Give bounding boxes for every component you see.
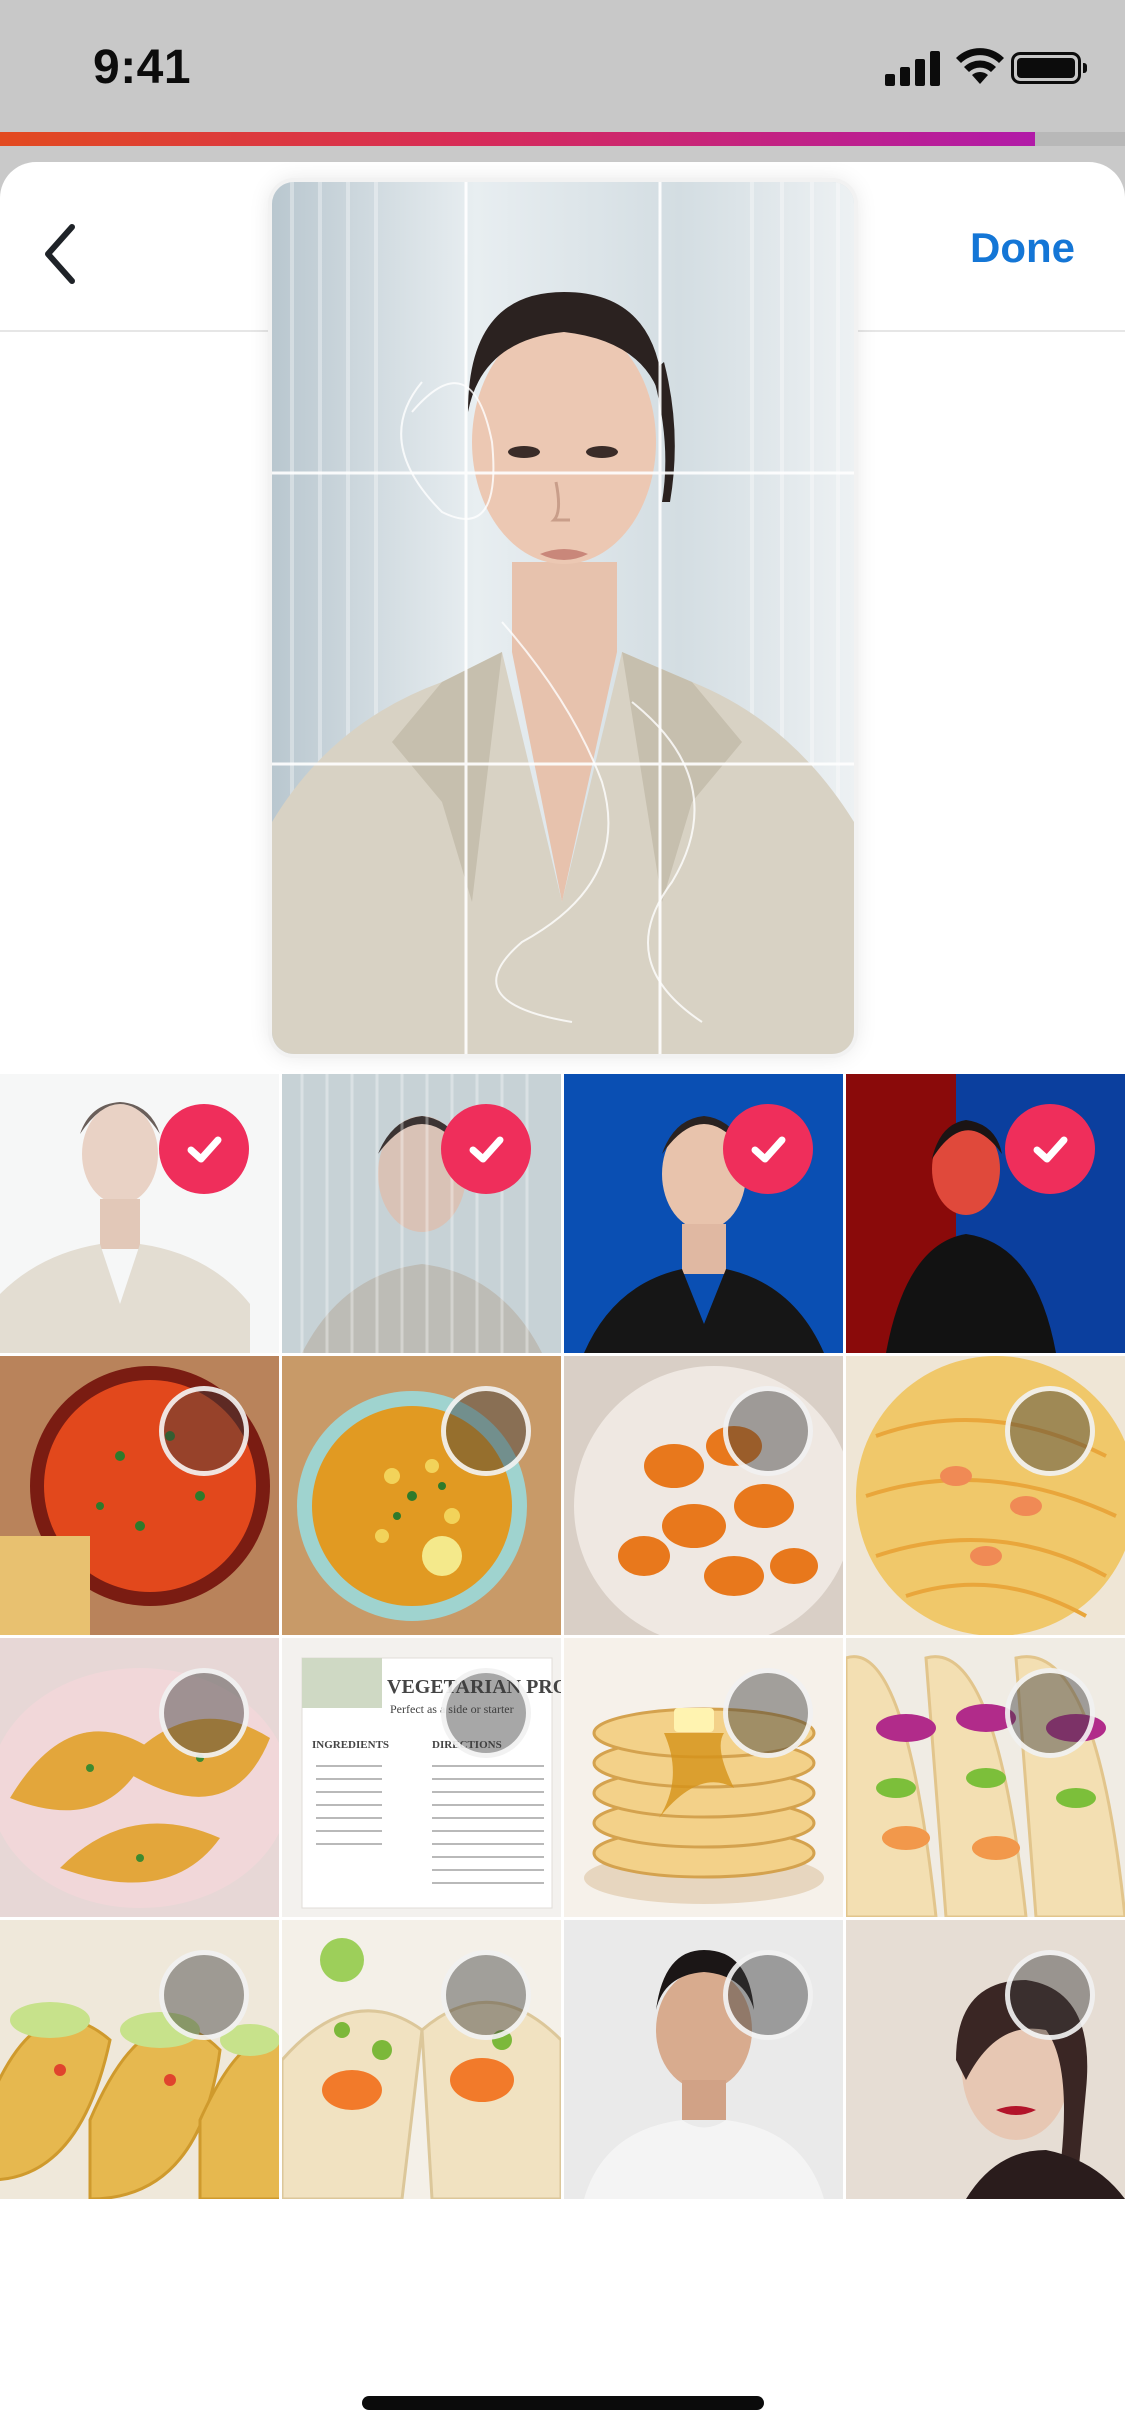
photo-thumbnail	[564, 1638, 843, 1917]
status-time: 9:41	[93, 41, 192, 94]
unselected-circle[interactable]	[1005, 1668, 1095, 1758]
unselected-circle[interactable]	[441, 1668, 531, 1758]
unselected-circle[interactable]	[159, 1668, 249, 1758]
photo-thumbnail	[846, 1920, 1125, 2199]
photo-thumbnail	[846, 1356, 1125, 1635]
photo-thumbnail	[0, 1920, 279, 2199]
selected-check-badge[interactable]	[723, 1104, 813, 1194]
battery-icon	[1011, 52, 1087, 84]
selected-check-badge[interactable]	[1005, 1104, 1095, 1194]
home-indicator	[362, 2396, 764, 2410]
unselected-circle[interactable]	[159, 1950, 249, 2040]
unselected-circle[interactable]	[723, 1386, 813, 1476]
photo-thumbnail	[0, 1638, 279, 1917]
preview-portrait-image	[272, 182, 854, 1054]
unselected-circle[interactable]	[1005, 1950, 1095, 2040]
photo-thumbnail: VEGETARIAN PROGRPerfect as a side or sta…	[282, 1638, 561, 1917]
selected-check-badge[interactable]	[159, 1104, 249, 1194]
photo-tile[interactable]	[0, 1356, 279, 1635]
status-bar: 9:41	[0, 0, 1125, 132]
photo-tile[interactable]	[846, 1920, 1125, 2199]
photo-tile[interactable]	[0, 1638, 279, 1917]
photo-thumbnail	[282, 1920, 561, 2199]
checkmark-icon	[1033, 1136, 1068, 1163]
recipe-card-ingredients-heading: INGREDIENTS	[312, 1739, 389, 1751]
unselected-circle[interactable]	[723, 1950, 813, 2040]
selected-photo-preview[interactable]	[272, 182, 854, 1054]
done-button[interactable]: Done	[970, 224, 1075, 272]
unselected-circle[interactable]	[723, 1668, 813, 1758]
photo-tile[interactable]	[564, 1356, 843, 1635]
upload-progress-fill	[0, 132, 1035, 146]
wifi-icon	[956, 48, 1004, 84]
photo-thumbnail	[846, 1638, 1125, 1917]
photo-tile[interactable]	[564, 1638, 843, 1917]
photo-thumbnail	[846, 1074, 1125, 1353]
photo-thumbnail	[564, 1920, 843, 2199]
unselected-circle[interactable]	[159, 1386, 249, 1476]
upload-progress-bar	[0, 132, 1125, 146]
photo-tile[interactable]	[846, 1638, 1125, 1917]
photo-thumbnail	[564, 1074, 843, 1353]
checkmark-icon	[469, 1136, 504, 1163]
photo-tile[interactable]	[282, 1074, 561, 1353]
photo-tile[interactable]	[0, 1920, 279, 2199]
photo-thumbnail	[564, 1356, 843, 1635]
selected-check-badge[interactable]	[441, 1104, 531, 1194]
photo-tile[interactable]	[846, 1356, 1125, 1635]
photo-tile[interactable]	[846, 1074, 1125, 1353]
photo-tile[interactable]	[282, 1356, 561, 1635]
unselected-circle[interactable]	[441, 1950, 531, 2040]
signal-icon	[885, 50, 941, 86]
unselected-circle[interactable]	[1005, 1386, 1095, 1476]
checkmark-icon	[751, 1136, 786, 1163]
unselected-circle[interactable]	[441, 1386, 531, 1476]
photo-grid: VEGETARIAN PROGRPerfect as a side or sta…	[0, 1074, 1125, 2199]
photo-tile[interactable]: VEGETARIAN PROGRPerfect as a side or sta…	[282, 1638, 561, 1917]
photo-thumbnail	[282, 1356, 561, 1635]
photo-thumbnail	[0, 1356, 279, 1635]
photo-thumbnail	[282, 1074, 561, 1353]
photo-thumbnail	[0, 1074, 279, 1353]
photo-tile[interactable]	[0, 1074, 279, 1353]
photo-tile[interactable]	[282, 1920, 561, 2199]
photo-tile[interactable]	[564, 1074, 843, 1353]
photo-tile[interactable]	[564, 1920, 843, 2199]
checkmark-icon	[187, 1136, 222, 1163]
